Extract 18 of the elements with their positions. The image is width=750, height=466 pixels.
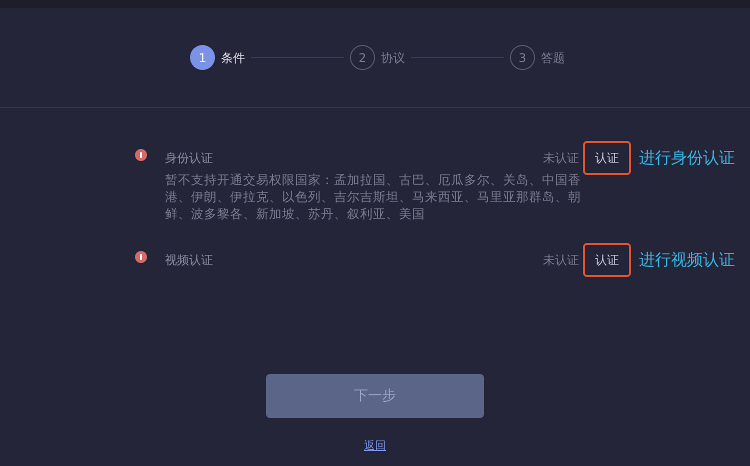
step-number: 2 (350, 45, 375, 70)
step-label: 条件 (221, 50, 245, 66)
requirement-title: 身份认证 (165, 150, 214, 167)
verify-button[interactable]: 认证 (583, 243, 631, 277)
status-text: 未认证 (543, 150, 579, 167)
status-text: 未认证 (543, 252, 579, 269)
restriction-note: 暂不支持开通交易权限国家：孟加拉国、古巴、厄瓜多尔、关岛、中国香港、伊朗、伊拉克、以色列、吉尔吉斯坦、马来西亚、马里亚那群岛、朝鲜、波多黎各、新加坡、苏丹、叙利亚、美国 (165, 171, 582, 222)
requirement-title: 视频认证 (165, 252, 214, 269)
step-number: 3 (510, 45, 535, 70)
step-number: 1 (190, 45, 215, 70)
warning-icon (135, 251, 147, 263)
warning-icon (135, 149, 147, 161)
annotation-text: 进行身份认证 (639, 147, 735, 169)
back-link[interactable]: 返回 (364, 438, 386, 454)
step-label: 答题 (541, 50, 565, 66)
annotation-text: 进行视频认证 (639, 249, 735, 271)
step-label: 协议 (381, 50, 405, 66)
verify-button[interactable]: 认证 (583, 141, 631, 175)
